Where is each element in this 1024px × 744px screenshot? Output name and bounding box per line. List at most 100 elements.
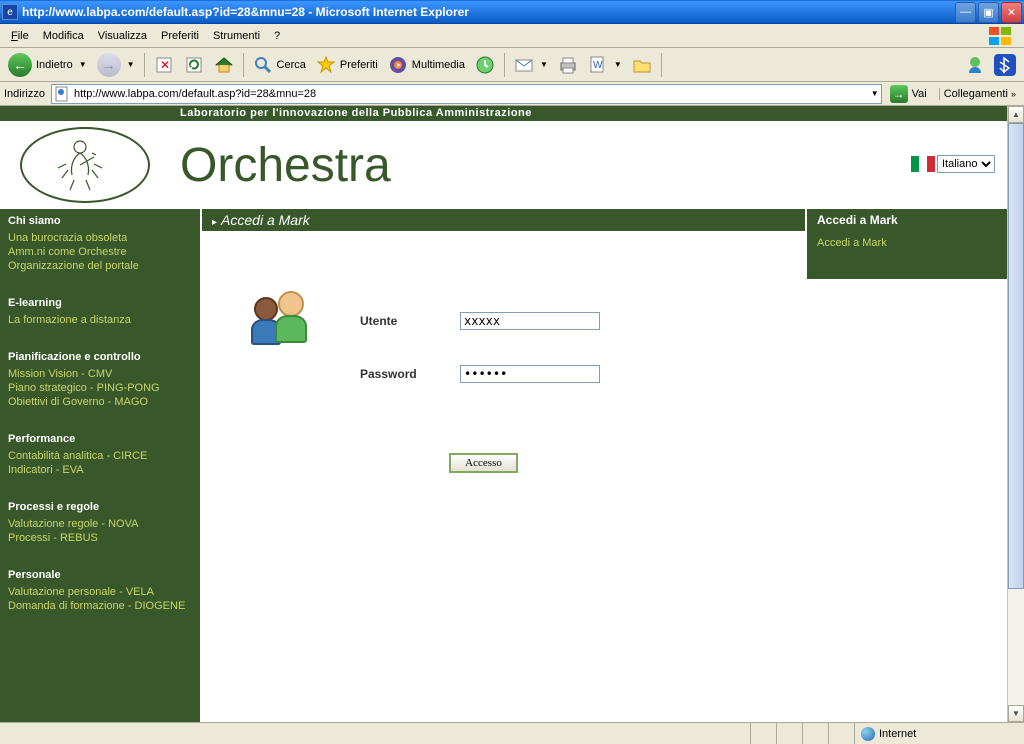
- bluetooth-button[interactable]: [990, 52, 1020, 78]
- toolbar: ← Indietro ▼ → ▼ ✕ Cerca Preferiti Multi…: [0, 48, 1024, 82]
- history-icon: [475, 55, 495, 75]
- menu-edit[interactable]: Modifica: [36, 28, 91, 44]
- nav-heading: E-learning: [0, 291, 200, 313]
- language-selector[interactable]: Italiano: [911, 155, 995, 173]
- nav-heading: Personale: [0, 563, 200, 585]
- password-label: Password: [360, 367, 460, 381]
- nav-heading: Performance: [0, 427, 200, 449]
- users-icon: [250, 291, 320, 351]
- nav-link[interactable]: Mission Vision - CMV: [0, 367, 200, 381]
- menu-view[interactable]: Visualizza: [91, 28, 154, 44]
- nav-link[interactable]: Obiettivi di Governo - MAGO: [0, 395, 200, 409]
- main-content: Accedi a Mark Utente: [200, 209, 807, 722]
- home-icon: [214, 55, 234, 75]
- home-button[interactable]: [210, 53, 238, 77]
- window-title-bar: e http://www.labpa.com/default.asp?id=28…: [0, 0, 1024, 24]
- forward-button[interactable]: → ▼: [93, 51, 139, 79]
- favorites-button[interactable]: Preferiti: [312, 53, 382, 77]
- back-arrow-icon: ←: [8, 53, 32, 77]
- svg-text:✕: ✕: [160, 58, 170, 72]
- page-viewport: Laboratorio per l'innovazione della Pubb…: [0, 106, 1024, 722]
- nav-link[interactable]: Valutazione regole - NOVA: [0, 517, 200, 531]
- media-button[interactable]: Multimedia: [384, 53, 469, 77]
- status-text: [0, 723, 750, 744]
- stop-button[interactable]: ✕: [150, 53, 178, 77]
- banner: Orchestra Italiano: [0, 121, 1007, 209]
- nav-heading: Pianificazione e controllo: [0, 345, 200, 367]
- links-menu[interactable]: Collegamenti »: [939, 88, 1020, 100]
- back-button[interactable]: ← Indietro ▼: [4, 51, 91, 79]
- nav-link[interactable]: Una burocrazia obsoleta: [0, 231, 200, 245]
- address-input-container[interactable]: ▼: [51, 84, 882, 104]
- nav-link[interactable]: Domanda di formazione - DIOGENE: [0, 599, 200, 613]
- menu-help[interactable]: ?: [267, 28, 287, 44]
- address-bar: Indirizzo ▼ → Vai Collegamenti »: [0, 82, 1024, 106]
- flag-it-icon: [911, 156, 935, 172]
- globe-icon: [861, 727, 875, 741]
- refresh-button[interactable]: [180, 53, 208, 77]
- messenger-button[interactable]: [960, 53, 988, 77]
- search-icon: [253, 55, 273, 75]
- minimize-button[interactable]: —: [955, 2, 976, 23]
- logo: [20, 127, 150, 203]
- edit-icon: W: [588, 55, 608, 75]
- page-icon: [54, 86, 70, 102]
- menu-file[interactable]: File: [4, 28, 36, 44]
- username-label: Utente: [360, 314, 460, 328]
- media-icon: [388, 55, 408, 75]
- vertical-scrollbar[interactable]: ▲ ▼: [1007, 106, 1024, 722]
- address-input[interactable]: [74, 88, 869, 100]
- address-label: Indirizzo: [4, 88, 47, 100]
- scroll-up-button[interactable]: ▲: [1008, 106, 1024, 123]
- go-button[interactable]: → Vai: [886, 85, 931, 103]
- star-icon: [316, 55, 336, 75]
- right-heading: Accedi a Mark: [807, 209, 1007, 231]
- password-input[interactable]: [460, 365, 600, 383]
- go-arrow-icon: →: [890, 85, 908, 103]
- nav-link[interactable]: Organizzazione del portale: [0, 259, 200, 273]
- language-select[interactable]: Italiano: [937, 155, 995, 173]
- nav-link[interactable]: Amm.ni come Orchestre: [0, 245, 200, 259]
- nav-link[interactable]: Processi - REBUS: [0, 531, 200, 545]
- left-navigation: Chi siamoUna burocrazia obsoletaAmm.ni c…: [0, 209, 200, 722]
- discuss-button[interactable]: [628, 53, 656, 77]
- nav-link[interactable]: La formazione a distanza: [0, 313, 200, 327]
- mail-icon: [514, 55, 534, 75]
- stop-icon: ✕: [154, 55, 174, 75]
- right-link-accedi[interactable]: Accedi a Mark: [817, 237, 887, 249]
- refresh-icon: [184, 55, 204, 75]
- tagline: Laboratorio per l'innovazione della Pubb…: [0, 106, 1007, 121]
- login-submit-button[interactable]: Accesso: [449, 453, 518, 473]
- edit-button[interactable]: W▼: [584, 53, 626, 77]
- zone-indicator: Internet: [854, 723, 1024, 744]
- address-dropdown[interactable]: ▼: [869, 89, 879, 98]
- search-button[interactable]: Cerca: [249, 53, 310, 77]
- nav-heading: Processi e regole: [0, 495, 200, 517]
- nav-link[interactable]: Indicatori - EVA: [0, 463, 200, 477]
- folder-icon: [632, 55, 652, 75]
- nav-link[interactable]: Piano strategico - PING-PONG: [0, 381, 200, 395]
- nav-link[interactable]: Contabilità analitica - CIRCE: [0, 449, 200, 463]
- menu-bar: File Modifica Visualizza Preferiti Strum…: [0, 24, 1024, 48]
- bluetooth-icon: [994, 54, 1016, 76]
- login-title: Accedi a Mark: [202, 209, 805, 231]
- menu-tools[interactable]: Strumenti: [206, 28, 267, 44]
- close-button[interactable]: ✕: [1001, 2, 1022, 23]
- print-button[interactable]: [554, 53, 582, 77]
- nav-heading: Chi siamo: [0, 209, 200, 231]
- scroll-thumb[interactable]: [1008, 123, 1024, 589]
- menu-favorites[interactable]: Preferiti: [154, 28, 206, 44]
- username-input[interactable]: [460, 312, 600, 330]
- svg-text:W: W: [593, 60, 603, 71]
- windows-flag-icon: [982, 26, 1020, 46]
- scroll-down-button[interactable]: ▼: [1008, 705, 1024, 722]
- maximize-button[interactable]: ▣: [978, 2, 999, 23]
- right-sidebar: Accedi a Mark Accedi a Mark: [807, 209, 1007, 722]
- brand-name: Orchestra: [180, 138, 391, 193]
- window-title: http://www.labpa.com/default.asp?id=28&m…: [22, 5, 955, 19]
- history-button[interactable]: [471, 53, 499, 77]
- messenger-icon: [964, 55, 984, 75]
- nav-link[interactable]: Valutazione personale - VELA: [0, 585, 200, 599]
- ie-icon: e: [2, 4, 18, 20]
- mail-button[interactable]: ▼: [510, 53, 552, 77]
